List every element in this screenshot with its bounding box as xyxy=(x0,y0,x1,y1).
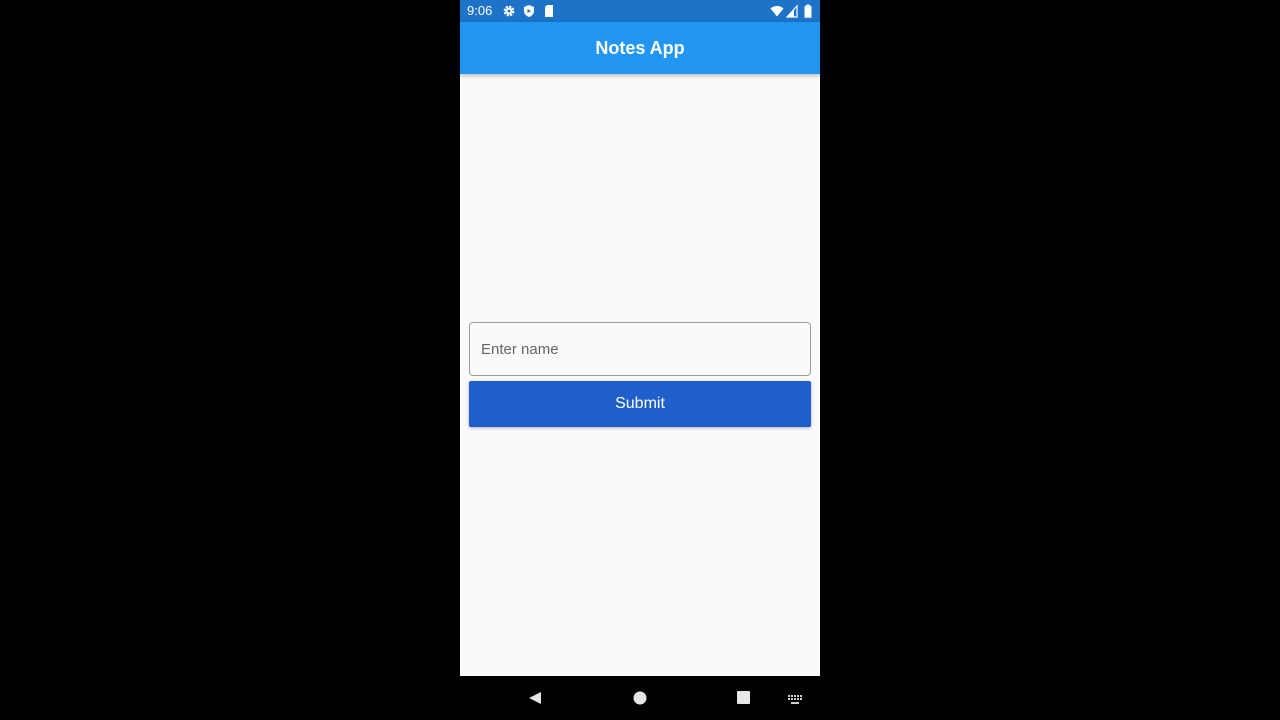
sd-card-icon xyxy=(542,4,556,18)
app-bar: Notes App xyxy=(460,22,820,74)
main-content: Submit xyxy=(460,74,820,676)
status-system-icons xyxy=(770,4,814,18)
back-icon[interactable] xyxy=(528,691,542,710)
keyboard-icon[interactable] xyxy=(788,692,802,710)
home-icon[interactable] xyxy=(633,691,647,710)
app-title: Notes App xyxy=(595,38,685,58)
cell-signal-icon xyxy=(785,4,798,23)
status-time: 9:06 xyxy=(467,3,493,18)
status-bar: 9:06 xyxy=(460,0,820,22)
recents-icon[interactable] xyxy=(737,691,750,709)
wifi-icon xyxy=(770,4,784,23)
name-input[interactable] xyxy=(470,323,810,375)
navigation-bar xyxy=(460,676,820,720)
battery-icon xyxy=(804,4,812,23)
gear-icon xyxy=(502,4,516,18)
phone-screen: 9:06 Notes App Enter name Submit xyxy=(460,0,820,720)
submit-button[interactable]: Submit xyxy=(469,381,811,427)
name-field[interactable] xyxy=(469,322,811,376)
shield-icon xyxy=(522,4,536,18)
